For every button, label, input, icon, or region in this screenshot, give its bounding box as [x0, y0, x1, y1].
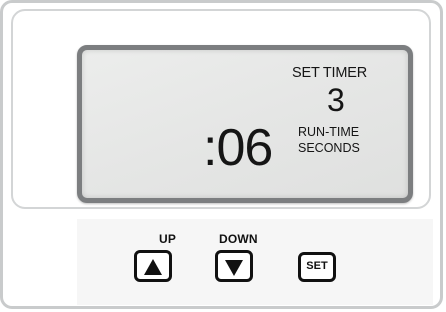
lcd-screen: SET TIMER 3 :06 RUN-TIME SECONDS [77, 45, 413, 203]
down-button[interactable] [215, 250, 253, 282]
triangle-down-icon [225, 260, 243, 276]
set-button[interactable]: SET [298, 252, 336, 282]
set-button-label: SET [306, 260, 328, 272]
runtime-label: RUN-TIME [298, 125, 360, 139]
mode-label: SET TIMER [292, 65, 368, 81]
display-bezel: SET TIMER 3 :06 RUN-TIME SECONDS [11, 9, 431, 209]
timer-number: 3 [327, 82, 345, 118]
triangle-up-icon [144, 259, 162, 275]
timer-device: SET TIMER 3 :06 RUN-TIME SECONDS UP DOWN… [0, 0, 443, 309]
runtime-value: :06 [203, 119, 273, 177]
down-button-label: DOWN [219, 232, 258, 246]
up-button[interactable] [134, 250, 172, 282]
keypad: UP DOWN SET [77, 219, 433, 305]
seconds-label: SECONDS [298, 141, 360, 155]
up-button-label: UP [159, 232, 177, 246]
